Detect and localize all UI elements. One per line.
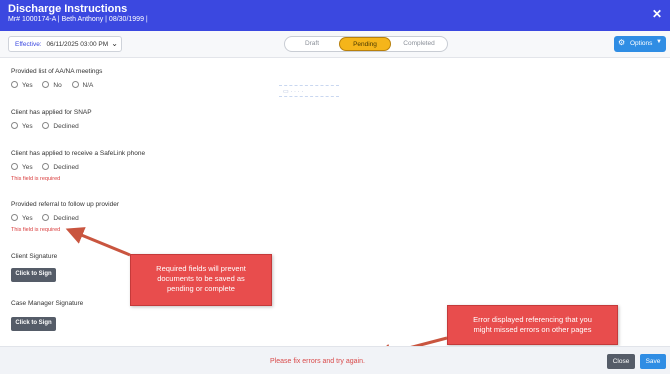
radio-label: Yes xyxy=(22,215,33,222)
radio-circle[interactable] xyxy=(42,214,50,221)
radio-circle[interactable] xyxy=(71,81,79,88)
radio-label: Yes xyxy=(22,82,33,89)
radio-label: Declined xyxy=(53,215,79,222)
question-label: Provided list of AA/NA meetings xyxy=(11,68,103,75)
callout-line: documents to be saved as xyxy=(157,274,245,283)
modal-title: Discharge Instructions xyxy=(8,3,128,15)
radio-no[interactable]: No xyxy=(42,81,62,89)
gear-icon: ⚙ xyxy=(618,38,626,47)
client-sign-button[interactable]: Click to Sign xyxy=(11,268,56,282)
status-tab-draft[interactable]: Draft xyxy=(285,37,339,51)
radio-declined[interactable]: Declined xyxy=(42,214,79,222)
question-label: Provided referral to follow up provider xyxy=(11,201,120,208)
radio-label: No xyxy=(53,82,62,89)
chevron-down-icon: ⌄ xyxy=(111,39,118,48)
status-switch: Draft Pending Completed xyxy=(284,36,448,52)
error-message: Please fix errors and try again. xyxy=(270,358,365,365)
signature-label: Client Signature xyxy=(11,253,58,260)
radio-circle[interactable] xyxy=(11,81,18,88)
radio-label: Yes xyxy=(22,164,33,171)
radio-group: Yes No N/A xyxy=(11,81,101,89)
radio-declined[interactable]: Declined xyxy=(42,122,79,130)
save-button[interactable]: Save xyxy=(640,354,666,369)
callout-line: pending or complete xyxy=(167,284,235,293)
callout-line: Required fields will prevent xyxy=(156,264,246,273)
radio-yes[interactable]: Yes xyxy=(11,81,33,89)
radio-label: Yes xyxy=(22,123,33,130)
field-error: This field is required xyxy=(11,176,61,182)
radio-circle[interactable] xyxy=(11,122,18,129)
field-error: This field is required xyxy=(11,227,61,233)
radio-yes[interactable]: Yes xyxy=(11,214,33,222)
radio-group: Yes Declined xyxy=(11,163,87,171)
toolbar: Effective: 06/11/2025 03:00 PM ⌄ Draft P… xyxy=(0,31,670,58)
faint-placeholder: ▭ · · · · xyxy=(279,85,339,97)
radio-group: Yes Declined xyxy=(11,214,87,222)
radio-na[interactable]: N/A xyxy=(71,81,94,89)
effective-date-select[interactable]: Effective: 06/11/2025 03:00 PM ⌄ xyxy=(8,36,122,52)
question-label: Client has applied to receive a SafeLink… xyxy=(11,150,146,157)
patient-info: Mr# 1000174-A | Beth Anthony | 08/30/199… xyxy=(8,16,148,23)
modal-header: Discharge Instructions Mr# 1000174-A | B… xyxy=(0,0,670,31)
question-label: Client has applied for SNAP xyxy=(11,109,92,116)
callout-line: Error displayed referencing that you xyxy=(473,315,592,324)
caret-down-icon: ▼ xyxy=(656,39,662,45)
status-tab-pending[interactable]: Pending xyxy=(339,37,391,51)
callout-line: might missed errors on other pages xyxy=(473,325,592,334)
radio-label: Declined xyxy=(53,164,79,171)
radio-circle[interactable] xyxy=(11,214,18,221)
options-button[interactable]: ⚙ Options ▼ xyxy=(614,36,666,52)
signature-label: Case Manager Signature xyxy=(11,300,84,307)
close-button[interactable]: Close xyxy=(607,354,635,369)
annotation-callout: Required fields will prevent documents t… xyxy=(130,254,272,306)
radio-circle[interactable] xyxy=(42,122,50,129)
close-icon[interactable]: ✕ xyxy=(652,8,662,20)
radio-yes[interactable]: Yes xyxy=(11,122,33,130)
radio-circle[interactable] xyxy=(11,163,18,170)
radio-circle[interactable] xyxy=(42,163,50,170)
radio-label: N/A xyxy=(82,82,94,89)
effective-value: 06/11/2025 03:00 PM xyxy=(46,41,109,48)
modal-footer: Please fix errors and try again. Close S… xyxy=(0,346,670,374)
effective-label: Effective: xyxy=(15,41,42,48)
annotation-arrow xyxy=(65,227,131,257)
options-label: Options xyxy=(630,40,653,47)
radio-label: Declined xyxy=(53,123,79,130)
status-tab-completed[interactable]: Completed xyxy=(391,37,447,51)
annotation-callout: Error displayed referencing that you mig… xyxy=(447,305,618,345)
radio-declined[interactable]: Declined xyxy=(42,163,79,171)
radio-group: Yes Declined xyxy=(11,122,87,130)
case-manager-sign-button[interactable]: Click to Sign xyxy=(11,317,56,331)
radio-circle[interactable] xyxy=(42,81,50,88)
radio-yes[interactable]: Yes xyxy=(11,163,33,171)
